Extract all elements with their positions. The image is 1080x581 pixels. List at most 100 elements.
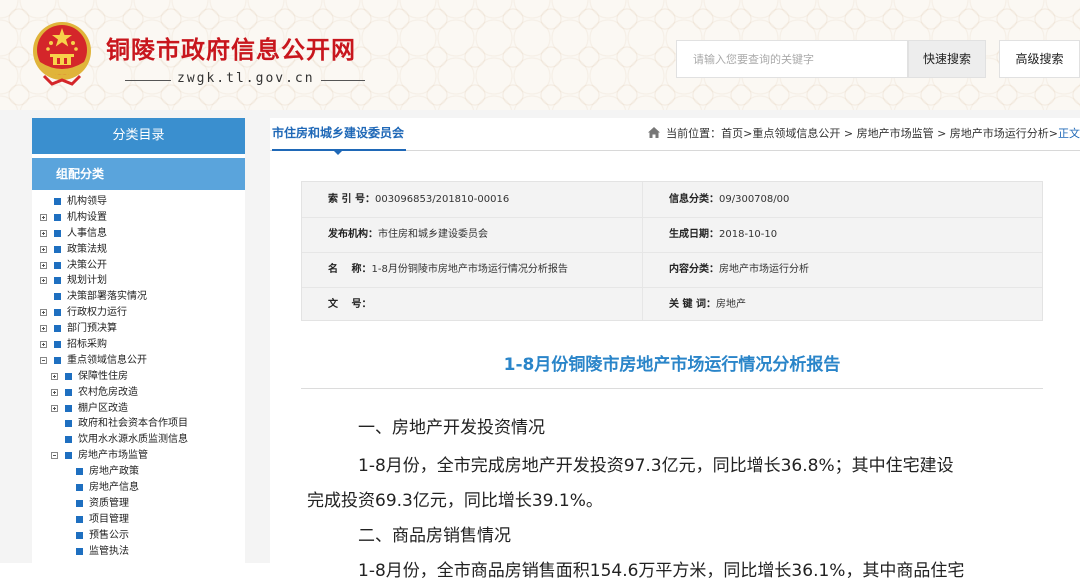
breadcrumb-path[interactable]: 首页>重点领域信息公开 > 房地产市场监管 > 房地产市场运行分析> [721,127,1058,140]
sidebar-item-label: 保障性住房 [78,370,128,382]
meta-date-value: 2018-10-10 [719,229,778,240]
sidebar-item-label: 农村危房改造 [78,386,138,398]
expand-plus-icon[interactable] [40,325,47,333]
sidebar-item[interactable]: 项目管理 [32,513,245,529]
sidebar-item[interactable]: 重点领域信息公开 [32,354,245,370]
meta-name-value: 1-8月份铜陵市房地产市场运行情况分析报告 [371,264,568,275]
sidebar-item[interactable]: 资质管理 [32,497,245,513]
national-emblem-icon [33,22,91,86]
sidebar-item-label: 规划计划 [67,275,107,287]
site-title[interactable]: 铜陵市政府信息公开网 [106,30,356,65]
sidebar-item[interactable]: 农村危房改造 [32,386,245,402]
expand-plus-icon[interactable] [40,309,47,317]
home-icon [648,127,661,138]
quick-search-button[interactable]: 快速搜索 [908,40,986,78]
meta-info-category-value: 09/300708/00 [719,194,790,205]
sidebar-item[interactable]: 预售公示 [32,529,245,545]
meta-info-category: 信息分类：09/300708/00 [669,182,789,217]
tree-node-icon [76,484,83,492]
advanced-search-button[interactable]: 高级搜索 [999,40,1080,78]
sidebar-item[interactable]: 决策部署落实情况 [32,290,245,306]
collapse-minus-icon[interactable] [40,356,47,364]
sidebar-item-label: 监管执法 [89,545,129,557]
meta-row-publisher: 发布机构：市住房和城乡建设委员会 生成日期：2018-10-10 [302,217,1042,253]
tree-node-icon [76,515,83,523]
breadcrumb-current[interactable]: 正文 [1058,127,1080,140]
collapse-minus-icon[interactable] [51,452,58,460]
sidebar-item-label: 房地产市场监管 [78,450,148,462]
sidebar-item-label: 房地产政策 [89,466,139,478]
tree-node-icon [54,198,61,205]
sidebar-item[interactable]: 规划计划 [32,274,245,290]
sidebar-item[interactable]: 监管执法 [32,545,245,561]
expand-plus-icon[interactable] [51,388,58,396]
meta-content-category-value: 房地产市场运行分析 [719,264,809,275]
sidebar-item[interactable]: 机构领导 [32,195,245,211]
tree-node-icon [65,388,72,396]
sidebar-item[interactable]: 房地产市场监管 [32,449,245,465]
meta-content-category: 内容分类：房地产市场运行分析 [669,252,809,287]
meta-index: 索 引 号：003096853/201810-00016 [328,182,509,217]
meta-doc-no-label: 文 号： [328,299,372,310]
sidebar-item[interactable]: 房地产信息 [32,481,245,497]
expand-plus-icon[interactable] [40,261,47,269]
expand-plus-icon[interactable] [40,341,47,349]
meta-keywords-label: 关 键 词： [669,299,716,310]
meta-keywords: 关 键 词：房地产 [669,287,746,322]
sidebar-item[interactable]: 政策法规 [32,243,245,259]
tab-housing-committee[interactable]: 市住房和城乡建设委员会 [272,118,407,155]
sidebar-item[interactable]: 招标采购 [32,338,245,354]
sidebar-item[interactable]: 部门预决算 [32,322,245,338]
sidebar-item-label: 重点领域信息公开 [67,354,147,366]
sidebar-item-label: 机构领导 [67,196,107,207]
tree-node-icon [54,309,61,317]
tree-node-icon [54,293,61,301]
sidebar-item-label: 行政权力运行 [67,307,127,319]
main-content: 市住房和城乡建设委员会 当前位置：首页>重点领域信息公开 > 房地产市场监管 >… [270,118,1080,581]
meta-row-docno: 文 号： 关 键 词：房地产 [302,287,1042,322]
tree-node-icon [76,531,83,539]
sidebar-item-label: 项目管理 [89,513,129,525]
meta-publisher-value: 市住房和城乡建设委员会 [378,229,488,240]
domain-divider-left [125,80,171,81]
sidebar-item[interactable]: 房地产政策 [32,465,245,481]
sidebar-item-label: 饮用水水源水质监测信息 [78,434,188,446]
sub-category-header[interactable]: 组配分类 [32,158,245,190]
sidebar-item[interactable]: 政府和社会资本合作项目 [32,417,245,433]
article-heading-2: 二、商品房销售情况 [358,526,511,546]
category-directory-header[interactable]: 分类目录 [32,118,245,154]
sidebar-item-label: 招标采购 [67,339,107,351]
tree-node-icon [76,547,83,555]
expand-plus-icon[interactable] [51,404,58,412]
sidebar-item[interactable]: 人事信息 [32,227,245,243]
tree-node-icon [65,420,72,428]
expand-plus-icon[interactable] [40,229,47,237]
expand-plus-icon[interactable] [40,245,47,253]
expand-plus-icon[interactable] [40,213,47,221]
search-input[interactable] [676,40,908,78]
sidebar-item[interactable]: 机构设置 [32,211,245,227]
site-domain-block: zwgk.tl.gov.cn [125,71,365,89]
sidebar-item[interactable]: 决策公开 [32,259,245,275]
sidebar-item-label: 资质管理 [89,497,129,509]
sidebar-item-label: 政府和社会资本合作项目 [78,418,188,430]
expand-plus-icon[interactable] [51,372,58,380]
tree-node-icon [54,245,61,253]
tree-node-icon [54,341,61,349]
sidebar-item[interactable]: 棚户区改造 [32,402,245,418]
sidebar-item[interactable]: 保障性住房 [32,370,245,386]
sidebar-item-label: 决策部署落实情况 [67,291,147,303]
article-title: 1-8月份铜陵市房地产市场运行情况分析报告 [503,355,841,375]
tree-node-icon [65,372,72,380]
sidebar-item[interactable]: 行政权力运行 [32,306,245,322]
article-paragraph-2-line-1: 1-8月份，全市商品房销售面积154.6万平方米，同比增长36.1%，其中商品住… [358,561,965,581]
title-divider [301,388,1043,389]
meta-index-value: 003096853/201810-00016 [374,194,510,205]
meta-keywords-value: 房地产 [715,299,746,310]
sidebar-item[interactable]: 饮用水水源水质监测信息 [32,433,245,449]
tree-node-icon [54,261,61,269]
expand-plus-icon[interactable] [40,277,47,285]
meta-info-category-label: 信息分类： [669,194,719,205]
tree-node-icon [54,277,61,285]
tree-node-icon [65,436,72,444]
